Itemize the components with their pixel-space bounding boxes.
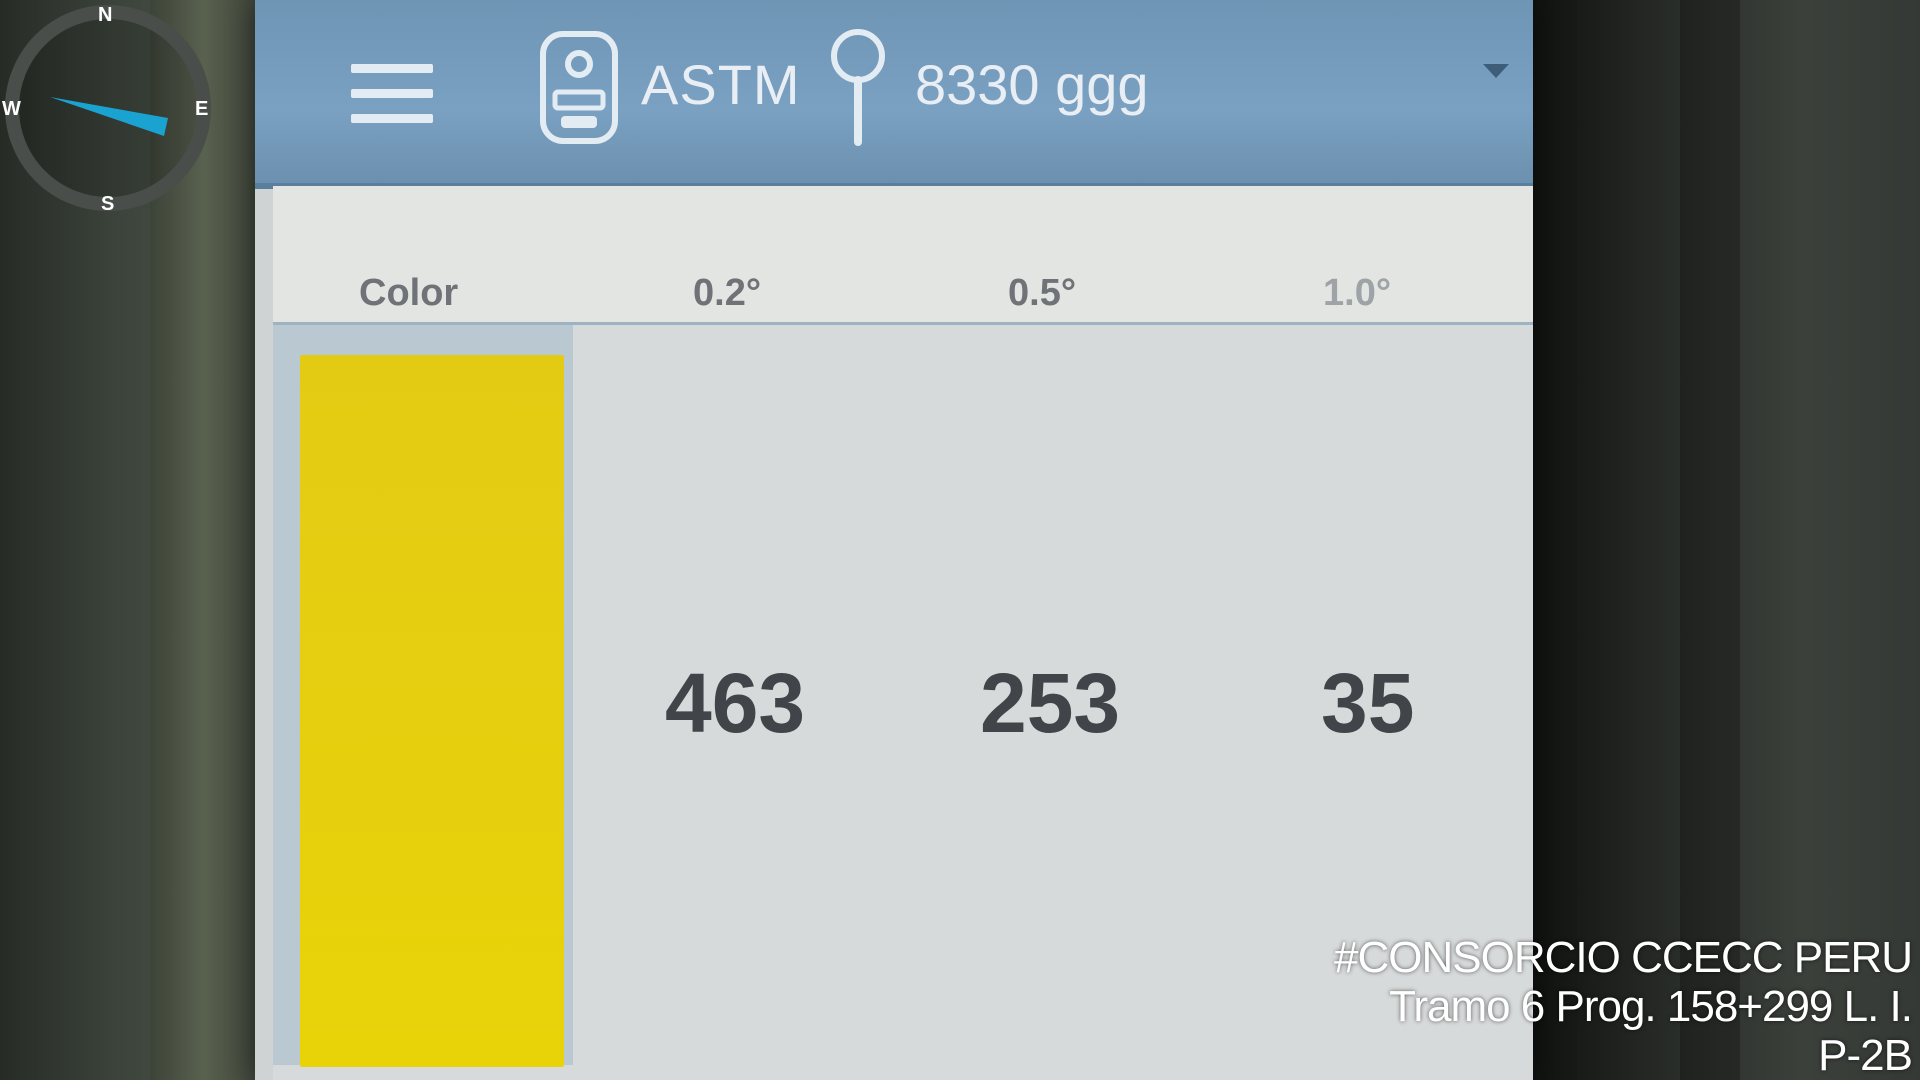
hamburger-menu-icon[interactable] — [351, 64, 433, 124]
watermark-line-1: #CONSORCIO CCECC PERU — [1334, 933, 1913, 982]
compass-south-label: S — [101, 193, 115, 215]
app-bar: ASTM 8330 ggg — [255, 0, 1533, 189]
device-screen: ASTM 8330 ggg Color 0.2° 0.5° 1.0° 463 2… — [255, 0, 1533, 1080]
column-header-1-0: 1.0° — [1323, 272, 1392, 314]
watermark-line-2: Tramo 6 Prog. 158+299 L. I. — [1389, 982, 1913, 1031]
compass-north-label: N — [98, 4, 113, 26]
retroreflectometer-device-icon — [540, 31, 618, 144]
watermark-line-3: P-2B — [1818, 1031, 1913, 1080]
table-header: Color 0.2° 0.5° 1.0° — [273, 186, 1533, 325]
value-1-0: 35 — [1321, 656, 1415, 750]
value-0-2: 463 — [665, 656, 806, 750]
color-swatch — [300, 355, 564, 1067]
photo-watermark: #CONSORCIO CCECC PERU Tramo 6 Prog. 158+… — [1334, 933, 1913, 1080]
column-header-color: Color — [359, 272, 459, 314]
value-0-5: 253 — [980, 656, 1121, 750]
column-header-0-5: 0.5° — [1008, 272, 1077, 314]
compass-dial — [5, 5, 211, 211]
photo-frame: ASTM 8330 ggg Color 0.2° 0.5° 1.0° 463 2… — [0, 0, 1920, 1080]
compass-overlay: N E S W — [0, 0, 216, 216]
location-pin-icon — [831, 29, 885, 146]
chevron-down-icon[interactable] — [1483, 64, 1509, 78]
sample-id-label[interactable]: 8330 ggg — [915, 52, 1149, 117]
measurement-standard[interactable]: ASTM — [641, 52, 801, 117]
column-header-0-2: 0.2° — [693, 272, 762, 314]
color-swatch-frame — [273, 325, 573, 1067]
compass-west-label: W — [2, 98, 21, 120]
device-bezel-right — [1530, 0, 1920, 1080]
compass-east-label: E — [195, 98, 209, 120]
